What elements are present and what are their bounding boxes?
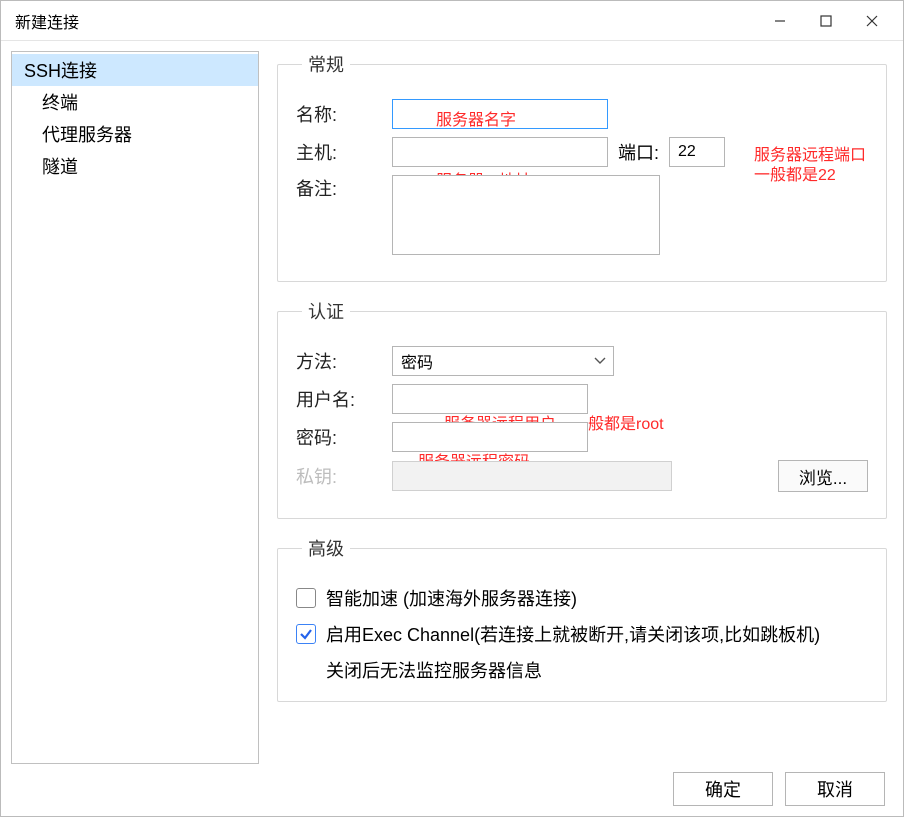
close-button[interactable] bbox=[849, 1, 895, 41]
username-input[interactable] bbox=[392, 384, 588, 414]
exec-channel-label: 启用Exec Channel(若连接上就被断开,请关闭该项,比如跳板机) bbox=[326, 621, 820, 647]
smart-accel-label: 智能加速 (加速海外服务器连接) bbox=[326, 585, 577, 611]
notes-input[interactable] bbox=[392, 175, 660, 255]
row-privkey: 私钥: 浏览... bbox=[296, 460, 868, 492]
port-input[interactable] bbox=[669, 137, 725, 167]
name-label: 名称: bbox=[296, 101, 392, 127]
cancel-button[interactable]: 取消 bbox=[785, 772, 885, 806]
port-label: 端口: bbox=[618, 139, 659, 165]
row-smart-accel[interactable]: 智能加速 (加速海外服务器连接) bbox=[296, 585, 868, 611]
sidebar-item-proxy[interactable]: 代理服务器 bbox=[12, 118, 258, 150]
sidebar: SSH连接 终端 代理服务器 隧道 bbox=[11, 51, 259, 764]
privkey-input bbox=[392, 461, 672, 491]
row-host: 主机: 端口: 服务器IP地址 服务器远程端口 一般都是22 bbox=[296, 137, 868, 167]
row-username: 用户名: 服务器远程用户，一般都是root bbox=[296, 384, 868, 414]
ok-button[interactable]: 确定 bbox=[673, 772, 773, 806]
group-general-legend: 常规 bbox=[302, 51, 350, 77]
password-label: 密码: bbox=[296, 424, 392, 450]
maximize-button[interactable] bbox=[803, 1, 849, 41]
sidebar-item-tunnel[interactable]: 隧道 bbox=[12, 150, 258, 182]
notes-label: 备注: bbox=[296, 175, 392, 201]
footer: 确定 取消 bbox=[673, 772, 885, 806]
host-input[interactable] bbox=[392, 137, 608, 167]
port-annotation-1: 服务器远程端口 bbox=[754, 141, 866, 165]
username-label: 用户名: bbox=[296, 386, 392, 412]
group-auth-legend: 认证 bbox=[302, 298, 350, 324]
browse-button[interactable]: 浏览... bbox=[778, 460, 868, 492]
host-label: 主机: bbox=[296, 139, 392, 165]
row-password: 密码: 服务器远程密码 bbox=[296, 422, 868, 452]
name-input[interactable] bbox=[392, 99, 608, 129]
privkey-label: 私钥: bbox=[296, 463, 392, 489]
sidebar-item-ssh[interactable]: SSH连接 bbox=[12, 54, 258, 86]
method-select[interactable] bbox=[392, 346, 614, 376]
row-method: 方法: bbox=[296, 346, 868, 376]
sidebar-item-terminal[interactable]: 终端 bbox=[12, 86, 258, 118]
row-exec-channel[interactable]: 启用Exec Channel(若连接上就被断开,请关闭该项,比如跳板机) bbox=[296, 621, 868, 647]
method-label: 方法: bbox=[296, 348, 392, 374]
group-advanced-legend: 高级 bbox=[302, 535, 350, 561]
smart-accel-checkbox[interactable] bbox=[296, 588, 316, 608]
form-area: 常规 名称: 服务器名字 主机: 端口: 服务器IP地址 服务器远程端口 一般都… bbox=[259, 41, 903, 764]
exec-channel-sublabel: 关闭后无法监控服务器信息 bbox=[326, 657, 868, 683]
row-name: 名称: 服务器名字 bbox=[296, 99, 868, 129]
group-auth: 认证 方法: 用户名: 服务器远程用户，一般都是root 密码: 服务器远程密码 bbox=[277, 298, 887, 519]
exec-channel-checkbox[interactable] bbox=[296, 624, 316, 644]
minimize-button[interactable] bbox=[757, 1, 803, 41]
group-advanced: 高级 智能加速 (加速海外服务器连接) 启用Exec Channel(若连接上就… bbox=[277, 535, 887, 702]
window-title: 新建连接 bbox=[15, 9, 757, 33]
row-notes: 备注: bbox=[296, 175, 868, 255]
password-input[interactable] bbox=[392, 422, 588, 452]
group-general: 常规 名称: 服务器名字 主机: 端口: 服务器IP地址 服务器远程端口 一般都… bbox=[277, 51, 887, 282]
titlebar: 新建连接 bbox=[1, 1, 903, 41]
